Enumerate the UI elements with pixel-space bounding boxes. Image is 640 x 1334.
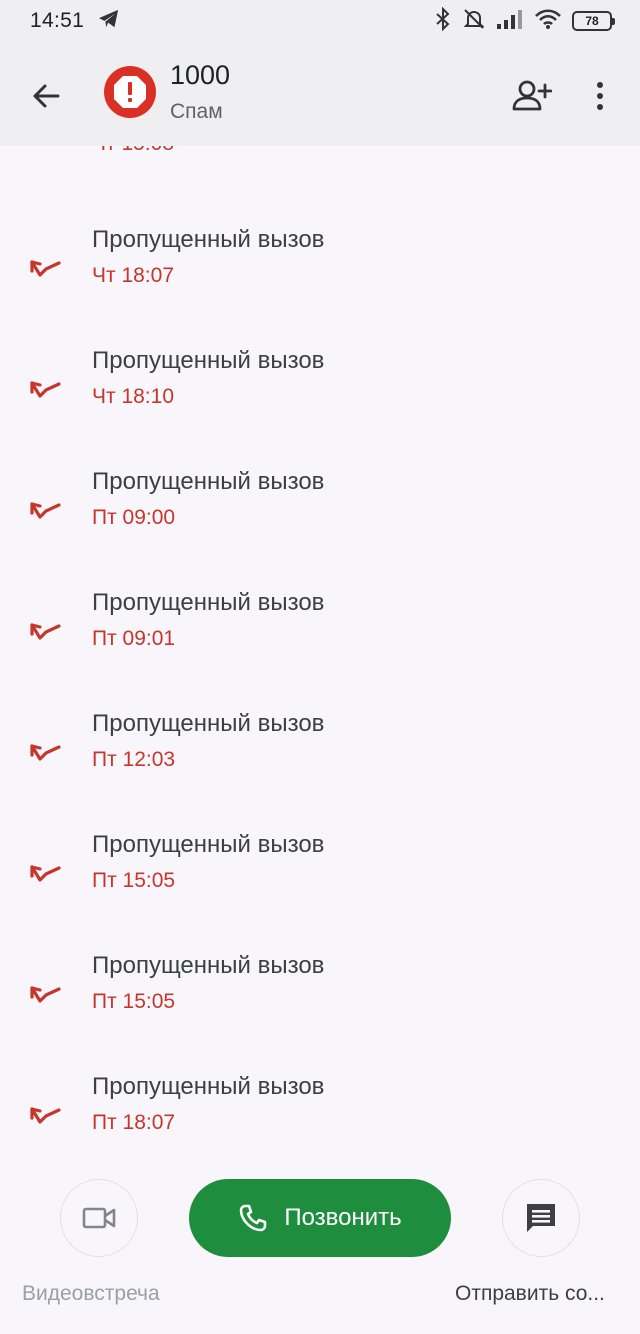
call-title: Пропущенный вызов xyxy=(92,831,325,858)
call-title: Пропущенный вызов xyxy=(92,1073,325,1100)
status-right: 78 xyxy=(434,6,615,36)
call-time: Пт 09:01 xyxy=(92,627,176,650)
call-time: Пт 15:05 xyxy=(92,869,176,892)
call-title: Пропущенный вызов xyxy=(92,952,325,979)
contact-subtitle: Спам xyxy=(170,100,223,123)
missed-call-icon xyxy=(30,986,61,1003)
missed-call-icon xyxy=(30,744,61,761)
videocam-icon xyxy=(82,1207,116,1229)
missed-call-icon xyxy=(30,381,61,398)
battery-icon: 78 xyxy=(572,11,615,31)
call-row[interactable]: Пропущенный вызов Чт 18:10 xyxy=(0,335,640,455)
wifi-icon xyxy=(534,8,562,35)
missed-call-icon xyxy=(30,260,61,277)
signal-icon xyxy=(496,8,524,35)
send-message-button[interactable] xyxy=(502,1179,580,1257)
call-title: Пропущенный вызов xyxy=(92,589,325,616)
missed-call-icon xyxy=(30,1107,61,1124)
back-button[interactable] xyxy=(22,72,70,120)
call-history-list[interactable]: Чт 15:08 Пропущенный вызов Чт 18:07 Проп… xyxy=(0,146,640,1166)
call-button-label: Позвонить xyxy=(284,1204,402,1231)
call-row[interactable]: Пропущенный вызов Чт 18:07 xyxy=(0,214,640,334)
call-title: Пропущенный вызов xyxy=(92,226,325,253)
call-title: Пропущенный вызов xyxy=(92,710,325,737)
call-time: Чт 18:10 xyxy=(92,385,175,408)
missed-call-icon xyxy=(30,502,61,519)
phone-icon xyxy=(240,1204,267,1232)
bottom-actions: Позвонить Видеовстреча Отправить со... xyxy=(0,1166,640,1334)
video-call-button[interactable] xyxy=(60,1179,138,1257)
call-title: Пропущенный вызов xyxy=(92,347,325,374)
call-time: Пт 18:07 xyxy=(92,1111,176,1134)
missed-call-icon xyxy=(30,623,61,640)
bell-off-icon xyxy=(462,7,486,36)
spam-avatar xyxy=(104,66,156,118)
arrow-back-icon xyxy=(33,84,60,108)
more-options-button[interactable] xyxy=(578,72,622,120)
bluetooth-icon xyxy=(434,6,452,36)
person-add-icon xyxy=(512,80,552,111)
telegram-icon xyxy=(98,9,120,34)
call-button[interactable]: Позвонить xyxy=(189,1179,451,1257)
call-title: Пропущенный вызов xyxy=(92,468,325,495)
call-row[interactable]: Пропущенный вызов Пт 15:05 xyxy=(0,819,640,939)
app-bar: 1000 Спам xyxy=(0,42,640,146)
contact-name: 1000 xyxy=(170,60,231,90)
call-row[interactable]: Пропущенный вызов Пт 12:03 xyxy=(0,698,640,818)
status-left: 14:51 xyxy=(30,9,120,34)
message-icon xyxy=(527,1204,555,1232)
more-vert-icon xyxy=(597,82,603,110)
call-time: Пт 12:03 xyxy=(92,748,176,771)
call-row[interactable]: Пропущенный вызов Пт 09:01 xyxy=(0,577,640,697)
status-time: 14:51 xyxy=(30,9,85,32)
send-message-label: Отправить со... xyxy=(455,1282,605,1305)
status-bar: 14:51 78 xyxy=(0,0,640,42)
call-time: Пт 15:05 xyxy=(92,990,176,1013)
partial-call-time: Чт 15:08 xyxy=(92,146,174,156)
add-contact-button[interactable] xyxy=(508,72,556,120)
call-row[interactable]: Пропущенный вызов Пт 09:00 xyxy=(0,456,640,576)
call-time: Чт 18:07 xyxy=(92,264,175,287)
missed-call-icon xyxy=(30,865,61,882)
call-time: Пт 09:00 xyxy=(92,506,176,529)
spam-warning-icon xyxy=(114,76,146,108)
call-row[interactable]: Пропущенный вызов Пт 18:07 xyxy=(0,1061,640,1166)
call-row[interactable]: Пропущенный вызов Пт 15:05 xyxy=(0,940,640,1060)
video-call-label: Видеовстреча xyxy=(22,1282,160,1305)
